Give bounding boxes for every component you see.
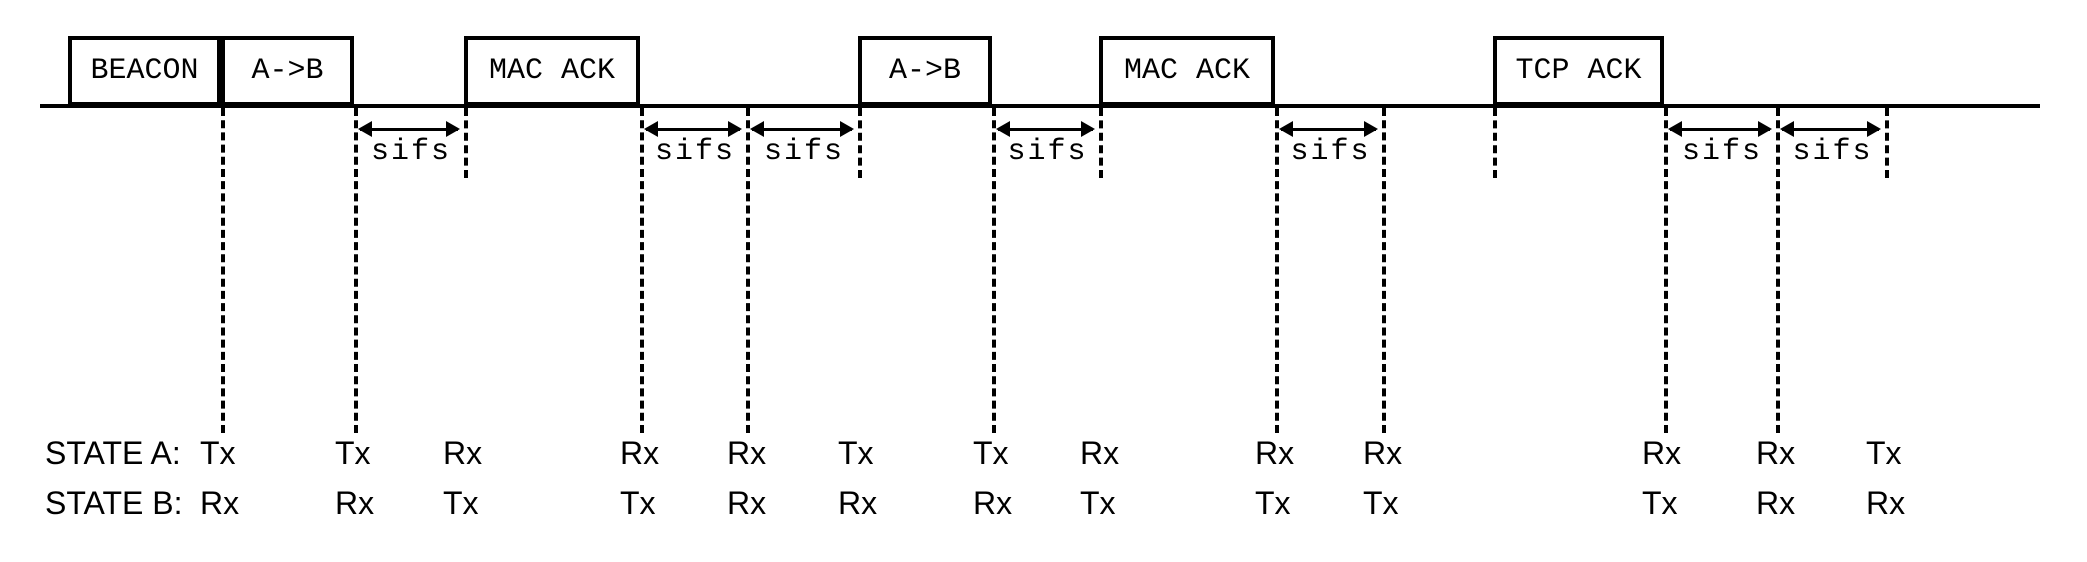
sifs-arrow — [1281, 128, 1376, 131]
state-value: Rx — [1756, 435, 1795, 472]
sifs-label: sifs — [655, 135, 735, 169]
sifs-arrow — [1670, 128, 1770, 131]
state-value: Rx — [620, 435, 659, 472]
state-value: Tx — [1363, 485, 1399, 522]
time-marker — [858, 108, 862, 178]
state-row-label: STATE A: — [45, 435, 181, 472]
state-value: Tx — [838, 435, 874, 472]
time-marker — [1664, 108, 1668, 433]
frame-box: A->B — [858, 36, 992, 106]
state-value: Tx — [1255, 485, 1291, 522]
sifs-label: sifs — [1291, 135, 1371, 169]
time-marker — [992, 108, 996, 433]
timing-diagram: BEACON A->B MAC ACK A->B MAC ACK TCP ACK sifs… — [20, 20, 2067, 542]
frame-label: MAC ACK — [489, 54, 615, 88]
state-value: Tx — [335, 435, 371, 472]
sifs-arrow — [360, 128, 458, 131]
frame-label: TCP ACK — [1515, 54, 1641, 88]
state-value: Rx — [1080, 435, 1119, 472]
frame-label: MAC ACK — [1124, 54, 1250, 88]
time-marker — [1382, 108, 1386, 433]
state-value: Rx — [200, 485, 239, 522]
sifs-label: sifs — [1793, 135, 1873, 169]
frame-label: A->B — [889, 54, 961, 88]
state-value: Rx — [727, 485, 766, 522]
state-value: Rx — [838, 485, 877, 522]
time-marker — [354, 108, 358, 433]
time-marker — [1885, 108, 1889, 178]
state-value: Rx — [1255, 435, 1294, 472]
frame-label: BEACON — [90, 54, 198, 88]
sifs-label: sifs — [1682, 135, 1762, 169]
frame-label: A->B — [251, 54, 323, 88]
state-value: Tx — [1642, 485, 1678, 522]
time-marker — [221, 108, 225, 433]
frame-box: MAC ACK — [464, 36, 640, 106]
state-value: Rx — [727, 435, 766, 472]
state-row-label: STATE B: — [45, 485, 183, 522]
state-value: Rx — [1363, 435, 1402, 472]
sifs-label: sifs — [1008, 135, 1088, 169]
state-value: Tx — [1080, 485, 1116, 522]
sifs-arrow — [646, 128, 740, 131]
state-value: Rx — [1642, 435, 1681, 472]
state-value: Rx — [1866, 485, 1905, 522]
sifs-arrow — [752, 128, 852, 131]
state-value: Rx — [1756, 485, 1795, 522]
sifs-label: sifs — [764, 135, 844, 169]
time-marker — [1275, 108, 1279, 433]
sifs-label: sifs — [371, 135, 451, 169]
time-marker — [640, 108, 644, 433]
state-value: Tx — [973, 435, 1009, 472]
time-marker — [464, 108, 468, 178]
time-marker — [1099, 108, 1103, 178]
time-marker — [1776, 108, 1780, 433]
state-value: Rx — [443, 435, 482, 472]
state-value: Rx — [973, 485, 1012, 522]
state-value: Tx — [200, 435, 236, 472]
sifs-arrow — [998, 128, 1093, 131]
time-marker — [746, 108, 750, 433]
state-value: Tx — [443, 485, 479, 522]
sifs-arrow — [1782, 128, 1879, 131]
state-value: Rx — [335, 485, 374, 522]
state-value: Tx — [1866, 435, 1902, 472]
state-value: Tx — [620, 485, 656, 522]
frame-box: MAC ACK — [1099, 36, 1275, 106]
frame-box: A->B — [221, 36, 354, 106]
time-marker — [1493, 108, 1497, 178]
frame-box: BEACON — [68, 36, 221, 106]
frame-box: TCP ACK — [1493, 36, 1664, 106]
